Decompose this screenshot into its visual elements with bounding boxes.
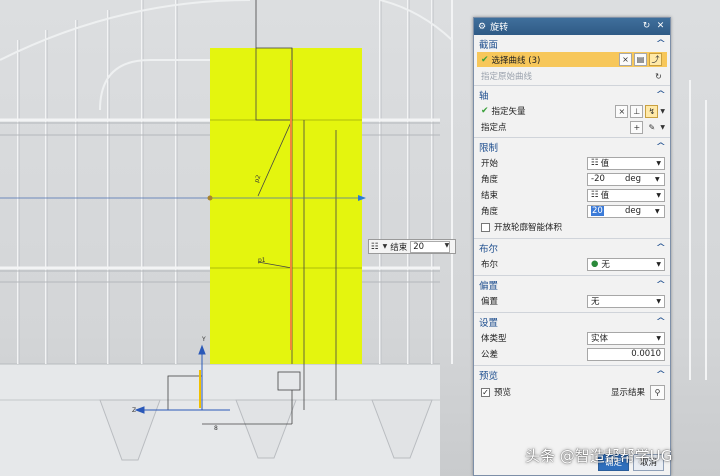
no-boolean-icon: ● bbox=[591, 259, 599, 269]
open-profile-checkbox[interactable] bbox=[481, 222, 490, 232]
reverse-direction-icon[interactable]: ⨯ bbox=[615, 104, 629, 118]
check-icon: ✔ bbox=[481, 106, 489, 116]
settings-header[interactable]: 设置 ^ bbox=[474, 313, 670, 330]
chevron-up-icon[interactable]: ^ bbox=[656, 317, 667, 327]
end-angle-input[interactable]: 20 deg ▼ bbox=[587, 204, 665, 218]
end-angle-row: 角度 20 deg ▼ bbox=[474, 203, 670, 219]
chevron-up-icon[interactable]: ^ bbox=[656, 39, 667, 49]
chevron-up-icon[interactable]: ^ bbox=[656, 90, 667, 100]
offset-header[interactable]: 偏置 ^ bbox=[474, 276, 670, 293]
axis-header[interactable]: 轴 ^ bbox=[474, 86, 670, 103]
dialog-titlebar[interactable]: ⚙ 旋转 ↻ ✕ bbox=[474, 18, 670, 35]
start-angle-input[interactable]: -20 deg ▼ bbox=[587, 172, 665, 186]
origin-curve-icon[interactable]: ↻ bbox=[652, 70, 665, 83]
start-angle-row: 角度 -20 deg ▼ bbox=[474, 171, 670, 187]
onscreen-end-input[interactable]: 20 ▼ bbox=[410, 240, 451, 253]
boolean-row: 布尔 ● 无 ▼ bbox=[474, 256, 670, 272]
point-type-icon[interactable]: ✎ bbox=[645, 121, 658, 134]
magnifier-icon[interactable]: ⚲ bbox=[650, 384, 665, 400]
body-type-row: 体类型 实体 ▼ bbox=[474, 330, 670, 346]
gear-icon: ⚙ bbox=[478, 21, 487, 32]
limits-section: 限制 ^ 开始 ☷ 值 ▼ 角度 -20 deg ▼ 结束 ☷ 值 ▼ 角度 2… bbox=[474, 138, 670, 239]
watermark: 头条 @智造帮帮学UG bbox=[525, 447, 673, 465]
settings-section: 设置 ^ 体类型 实体 ▼ 公差 0.0010 bbox=[474, 313, 670, 366]
body-type-select[interactable]: 实体 ▼ bbox=[587, 331, 665, 345]
point-constructor-icon[interactable]: + bbox=[630, 120, 644, 134]
preview-checkbox[interactable]: ✓ bbox=[481, 387, 490, 397]
open-profile-row[interactable]: 开放轮廓智能体积 bbox=[474, 219, 670, 235]
section-section: 截面 ^ ✔ 选择曲线 (3) ⨯ ▤ ⤴ 指定原始曲线 ↻ bbox=[474, 35, 670, 86]
chevron-down-icon: ▼ bbox=[656, 159, 661, 167]
start-type-select[interactable]: ☷ 值 ▼ bbox=[587, 156, 665, 170]
preview-row: ✓ 预览 显示结果 ⚲ bbox=[474, 383, 670, 401]
section-header[interactable]: 截面 ^ bbox=[474, 35, 670, 52]
chevron-up-icon[interactable]: ^ bbox=[656, 243, 667, 253]
chevron-down-icon: ▼ bbox=[656, 260, 661, 268]
chevron-down-icon[interactable]: ▼ bbox=[660, 108, 665, 115]
specify-origin-row[interactable]: 指定原始曲线 ↻ bbox=[474, 67, 670, 85]
end-type-select[interactable]: ☷ 值 ▼ bbox=[587, 188, 665, 202]
reset-icon[interactable]: ↻ bbox=[641, 21, 652, 32]
offset-select[interactable]: 无 ▼ bbox=[587, 294, 665, 308]
boolean-select[interactable]: ● 无 ▼ bbox=[587, 257, 665, 271]
boolean-section: 布尔 ^ 布尔 ● 无 ▼ bbox=[474, 239, 670, 276]
specify-vector-row[interactable]: ✔ 指定矢量 ⨯ ⊥ ↯ ▼ bbox=[474, 103, 670, 119]
svg-text:Y: Y bbox=[201, 336, 206, 343]
close-icon[interactable]: ✕ bbox=[655, 21, 666, 32]
tolerance-row: 公差 0.0010 bbox=[474, 346, 670, 362]
tolerance-input[interactable]: 0.0010 bbox=[587, 347, 665, 361]
boolean-header[interactable]: 布尔 ^ bbox=[474, 239, 670, 256]
preview-section: 预览 ^ ✓ 预览 显示结果 ⚲ bbox=[474, 366, 670, 401]
axis-section: 轴 ^ ✔ 指定矢量 ⨯ ⊥ ↯ ▼ 指定点 + ✎ ▼ bbox=[474, 86, 670, 138]
svg-text:8: 8 bbox=[214, 425, 218, 432]
preview-header[interactable]: 预览 ^ bbox=[474, 366, 670, 383]
vector-type-icon[interactable]: ↯ bbox=[645, 104, 659, 118]
curve-select-icon[interactable]: ⤴ bbox=[649, 53, 662, 66]
chevron-down-icon[interactable]: ▼ bbox=[655, 176, 664, 183]
chevron-up-icon[interactable]: ^ bbox=[656, 370, 667, 380]
value-type-icon: ☷ bbox=[591, 158, 599, 168]
end-row: 结束 ☷ 值 ▼ bbox=[474, 187, 670, 203]
end-angle-value[interactable]: 20 bbox=[591, 206, 604, 216]
value-type-icon: ☷ bbox=[591, 190, 599, 200]
chevron-down-icon[interactable]: ▼ bbox=[445, 242, 450, 252]
chevron-up-icon[interactable]: ^ bbox=[656, 280, 667, 290]
svg-text:Z: Z bbox=[132, 407, 136, 414]
dialog-title: 旋转 bbox=[490, 23, 509, 33]
curve-rule-icon[interactable]: ⨯ bbox=[619, 53, 632, 66]
onscreen-end-control[interactable]: ☷ ▼ 结束 20 ▼ bbox=[368, 239, 456, 254]
value-type-icon[interactable]: ☷ bbox=[371, 242, 379, 252]
base-plate bbox=[0, 364, 440, 476]
show-result-label[interactable]: 显示结果 bbox=[611, 386, 645, 398]
start-row: 开始 ☷ 值 ▼ bbox=[474, 155, 670, 171]
offset-section: 偏置 ^ 偏置 无 ▼ bbox=[474, 276, 670, 313]
select-curve-row[interactable]: ✔ 选择曲线 (3) ⨯ ▤ ⤴ bbox=[477, 52, 667, 67]
revolve-dialog: ⚙ 旋转 ↻ ✕ 截面 ^ ✔ 选择曲线 (3) ⨯ ▤ ⤴ 指定原始曲线 ↻ … bbox=[473, 17, 671, 476]
offset-row: 偏置 无 ▼ bbox=[474, 293, 670, 309]
specify-point-row[interactable]: 指定点 + ✎ ▼ bbox=[474, 119, 670, 135]
vector-constructor-icon[interactable]: ⊥ bbox=[630, 104, 644, 118]
sketch-icon[interactable]: ▤ bbox=[634, 53, 647, 66]
chevron-down-icon: ▼ bbox=[656, 297, 661, 305]
chevron-down-icon[interactable]: ▼ bbox=[655, 208, 664, 215]
onscreen-end-label: 结束 bbox=[390, 242, 408, 253]
chevron-down-icon[interactable]: ▼ bbox=[383, 243, 388, 250]
limits-header[interactable]: 限制 ^ bbox=[474, 138, 670, 155]
chevron-down-icon[interactable]: ▼ bbox=[660, 124, 665, 131]
svg-text:p1: p1 bbox=[258, 257, 266, 264]
chevron-up-icon[interactable]: ^ bbox=[656, 142, 667, 152]
check-icon: ✔ bbox=[481, 54, 489, 65]
revolve-preview-body bbox=[210, 48, 362, 364]
chevron-down-icon: ▼ bbox=[656, 334, 661, 342]
chevron-down-icon: ▼ bbox=[656, 191, 661, 199]
